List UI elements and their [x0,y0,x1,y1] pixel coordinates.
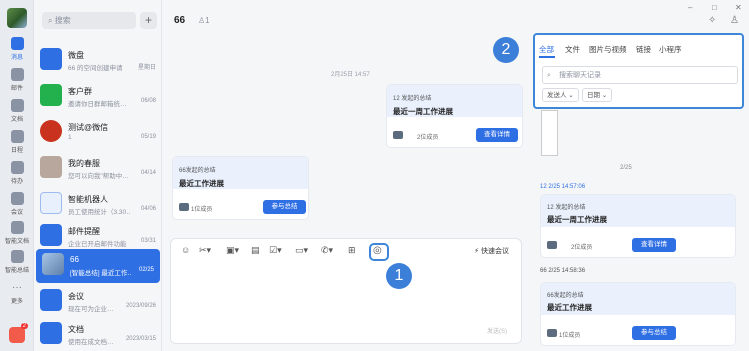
phone-icon[interactable]: ✆▾ [321,245,333,256]
summary-card[interactable]: 66发起的总结 最近工作进展 1位成员 参与总结 [540,282,736,346]
search-input[interactable]: ⌕ 搜索 [42,12,136,29]
folder-icon[interactable]: ▭▾ [295,245,308,256]
minimize-icon[interactable]: – [688,3,692,12]
check-icon[interactable]: ☑▾ [269,245,282,256]
weipan-icon [40,48,62,70]
tab-files[interactable]: 文件 [565,44,580,55]
sender-filter[interactable]: 发送人 ⌄ [542,88,579,102]
image-thumbnail[interactable] [541,110,558,156]
conversation-item[interactable]: 客户群 邀请你日群邮箱统… 06/08 [34,80,161,114]
nav-item-smart-summary[interactable]: 智能总结 [0,250,34,274]
summary-card[interactable]: 12 发起的总结 最近一周工作进展 2位成员 查看详情 [386,84,523,148]
history-search-input[interactable]: ⌕ 搜索聊天记录 [542,66,738,84]
avatar [42,253,64,275]
apps-icon[interactable]: ⊞ [348,245,356,256]
note-icon[interactable]: ▤ [251,245,260,256]
nav-item-todo[interactable]: 待办 [0,161,34,185]
chat-title: 66 [174,15,186,26]
more-icon: ··· [12,282,22,293]
tab-all[interactable]: 全部 [539,44,554,55]
conversation-item[interactable]: 会议 现在可为企业… 2023/09/26 [34,285,161,319]
emoji-icon[interactable]: ☺ [181,245,190,255]
send-hint: 发送(S) [487,329,507,335]
summary-icon: ◎ [373,245,382,256]
smart-doc-icon [10,221,24,234]
member-count[interactable]: ♙1 [198,16,210,25]
nav-item-messages[interactable]: 消息 [0,37,34,61]
nav-item-calendar[interactable]: 日程 [0,130,34,154]
quick-meeting-button[interactable]: ⚡ 快速会议 [474,246,509,256]
avatar [393,131,403,139]
nav-item-mail[interactable]: 邮件 [0,68,34,92]
apps-icon[interactable]: 2 [9,323,28,343]
sparkle-icon[interactable]: ✧ [708,15,716,26]
nav-item-docs[interactable]: 文档 [0,99,34,123]
mail-icon [10,68,24,81]
date-divider: 2/25 [620,165,632,171]
tab-media[interactable]: 图片与视频 [589,44,627,55]
message-icon [10,37,24,50]
conversation-item-selected[interactable]: 66 [智能总结] 最近工作… 02/25 [36,249,160,283]
image-icon[interactable]: ▣▾ [226,245,239,256]
avatar [40,156,62,178]
tab-links[interactable]: 链接 [636,44,651,55]
date-filter[interactable]: 日期 ⌄ [582,88,613,102]
conversation-item[interactable]: 微盘 66 的空间创建申请 星期日 [34,44,161,78]
message-editor[interactable]: ☺ ✂▾ ▣▾ ▤ ☑▾ ▭▾ ✆▾ ⊞ ◎ ⚡ 快速会议 发送(S) [170,238,522,344]
nav-item-meeting[interactable]: 会议 [0,192,34,216]
conversation-item[interactable]: 文档 使用在成文档… 2023/03/15 [34,318,161,351]
meeting-icon [40,289,62,311]
maximize-icon[interactable]: □ [712,3,717,12]
nav-item-smart-doc[interactable]: 智能文档 [0,221,34,245]
scissors-icon[interactable]: ✂▾ [199,245,211,256]
meeting-icon [10,192,24,205]
conversation-item[interactable]: 智能机器人 员工使用统计（3.30… 04/06 [34,188,161,222]
search-icon: ⌕ [547,72,551,79]
notification-badge: 2 [20,323,28,329]
sparkle-icon [10,250,24,263]
nav-rail: 消息 邮件 文档 日程 待办 会议 智能文档 智能总结 ··· 更多 2 [0,0,34,351]
avatar [547,329,557,337]
doc-icon [10,99,24,112]
add-member-icon[interactable]: ♙ [730,15,739,26]
customer-group-icon [40,84,62,106]
nav-item-more[interactable]: ··· 更多 [0,281,34,305]
message-header: 12 2/25 14:57:06 [540,184,586,190]
summary-card[interactable]: 66发起的总结 最近工作进展 1位成员 参与总结 [172,156,309,220]
user-avatar[interactable] [7,8,27,28]
join-summary-button[interactable]: 参与总结 [632,326,676,340]
time-divider: 2月25日 14:57 [331,72,370,78]
avatar [179,203,189,211]
step-badge-1: 1 [386,263,412,289]
join-summary-button[interactable]: 参与总结 [263,200,306,214]
conversation-list: ⌕ 搜索 + 微盘 66 的空间创建申请 星期日 客户群 邀请你日群邮箱统… 0… [34,0,162,351]
summary-tool-highlight[interactable]: ◎ [369,243,389,261]
history-panel: – □ ✕ ✧ ♙ 全部 文件 图片与视频 链接 小程序 ⌕ 搜索聊天记录 发送人… [493,0,749,351]
robot-icon [40,192,62,214]
calendar-icon [10,130,24,143]
avatar [40,120,62,142]
close-icon[interactable]: ✕ [735,3,742,12]
mail-reminder-icon [40,224,62,246]
chat-pane: 66 ♙1 2月25日 14:57 12 发起的总结 最近一周工作进展 2位成员… [162,0,530,351]
todo-icon [10,161,24,174]
view-details-button[interactable]: 查看详情 [632,238,676,252]
conversation-item[interactable]: 测试@微信 1 05/19 [34,116,161,150]
tab-mini-programs[interactable]: 小程序 [659,44,682,55]
message-header: 66 2/25 14:58:36 [540,268,586,274]
summary-card[interactable]: 12 发起的总结 最近一周工作进展 2位成员 查看详情 [540,194,736,258]
search-history-panel: 全部 文件 图片与视频 链接 小程序 ⌕ 搜索聊天记录 发送人 ⌄ 日期 ⌄ [533,33,744,109]
conversation-item[interactable]: 我的春服 您可以向我"帮助中… 04/14 [34,152,161,186]
avatar [547,241,557,249]
step-badge-2: 2 [493,37,519,63]
doc-icon [40,322,62,344]
view-details-button[interactable]: 查看详情 [476,128,518,142]
add-button[interactable]: + [140,12,157,29]
